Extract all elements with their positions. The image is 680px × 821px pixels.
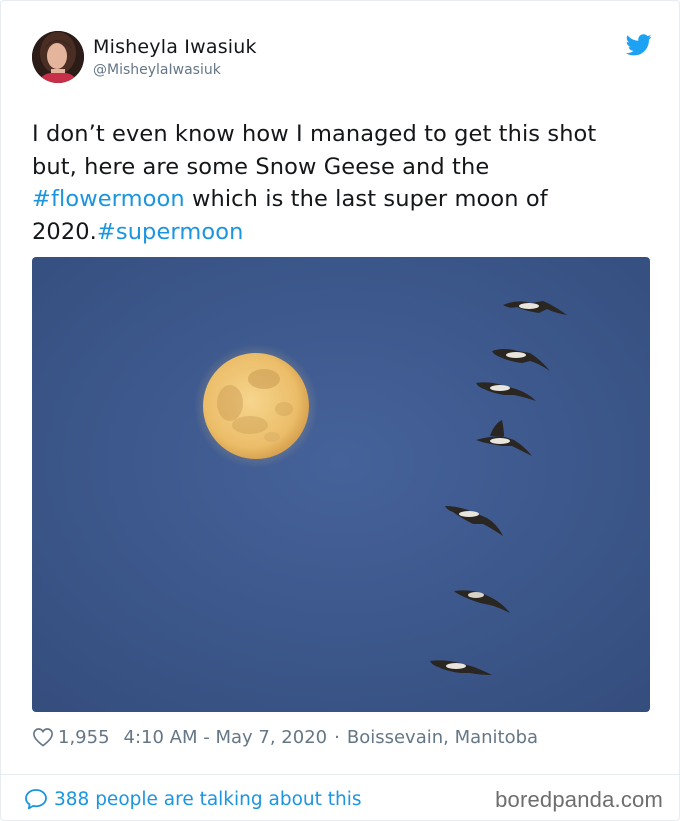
- timestamp[interactable]: 4:10 AM - May 7, 2020: [124, 727, 328, 748]
- speech-bubble-icon: [25, 789, 47, 810]
- author-handle[interactable]: @MisheylaIwasiuk: [93, 60, 257, 80]
- tweet-photo[interactable]: [32, 257, 650, 712]
- watermark: boredpanda.com: [495, 787, 663, 812]
- avatar[interactable]: [32, 31, 84, 83]
- author-names: Misheyla Iwasiuk @MisheylaIwasiuk: [93, 35, 257, 80]
- tweet-text: I don’t even know how I managed to get t…: [32, 118, 642, 248]
- conversation-link[interactable]: 388 people are talking about this: [24, 785, 362, 813]
- tweet-card: Misheyla Iwasiuk @MisheylaIwasiuk I don’…: [0, 0, 680, 821]
- tweet-text-part1: I don’t even know how I managed to get t…: [32, 121, 597, 180]
- heart-icon[interactable]: [32, 727, 54, 747]
- like-count[interactable]: 1,955: [58, 727, 110, 748]
- hashtag-supermoon[interactable]: #supermoon: [97, 219, 244, 245]
- tweet-header: Misheyla Iwasiuk @MisheylaIwasiuk: [32, 31, 652, 87]
- tweet-meta: 1,955 4:10 AM - May 7, 2020 · Boissevain…: [32, 723, 538, 751]
- location[interactable]: Boissevain, Manitoba: [347, 727, 538, 748]
- meta-separator: ·: [334, 726, 340, 748]
- moon: [194, 344, 318, 468]
- author-display-name[interactable]: Misheyla Iwasiuk: [93, 35, 257, 59]
- hashtag-flowermoon[interactable]: #flowermoon: [32, 186, 185, 212]
- divider: [1, 774, 680, 775]
- conversation-label[interactable]: 388 people are talking about this: [54, 789, 362, 810]
- twitter-bird-icon[interactable]: [625, 34, 652, 56]
